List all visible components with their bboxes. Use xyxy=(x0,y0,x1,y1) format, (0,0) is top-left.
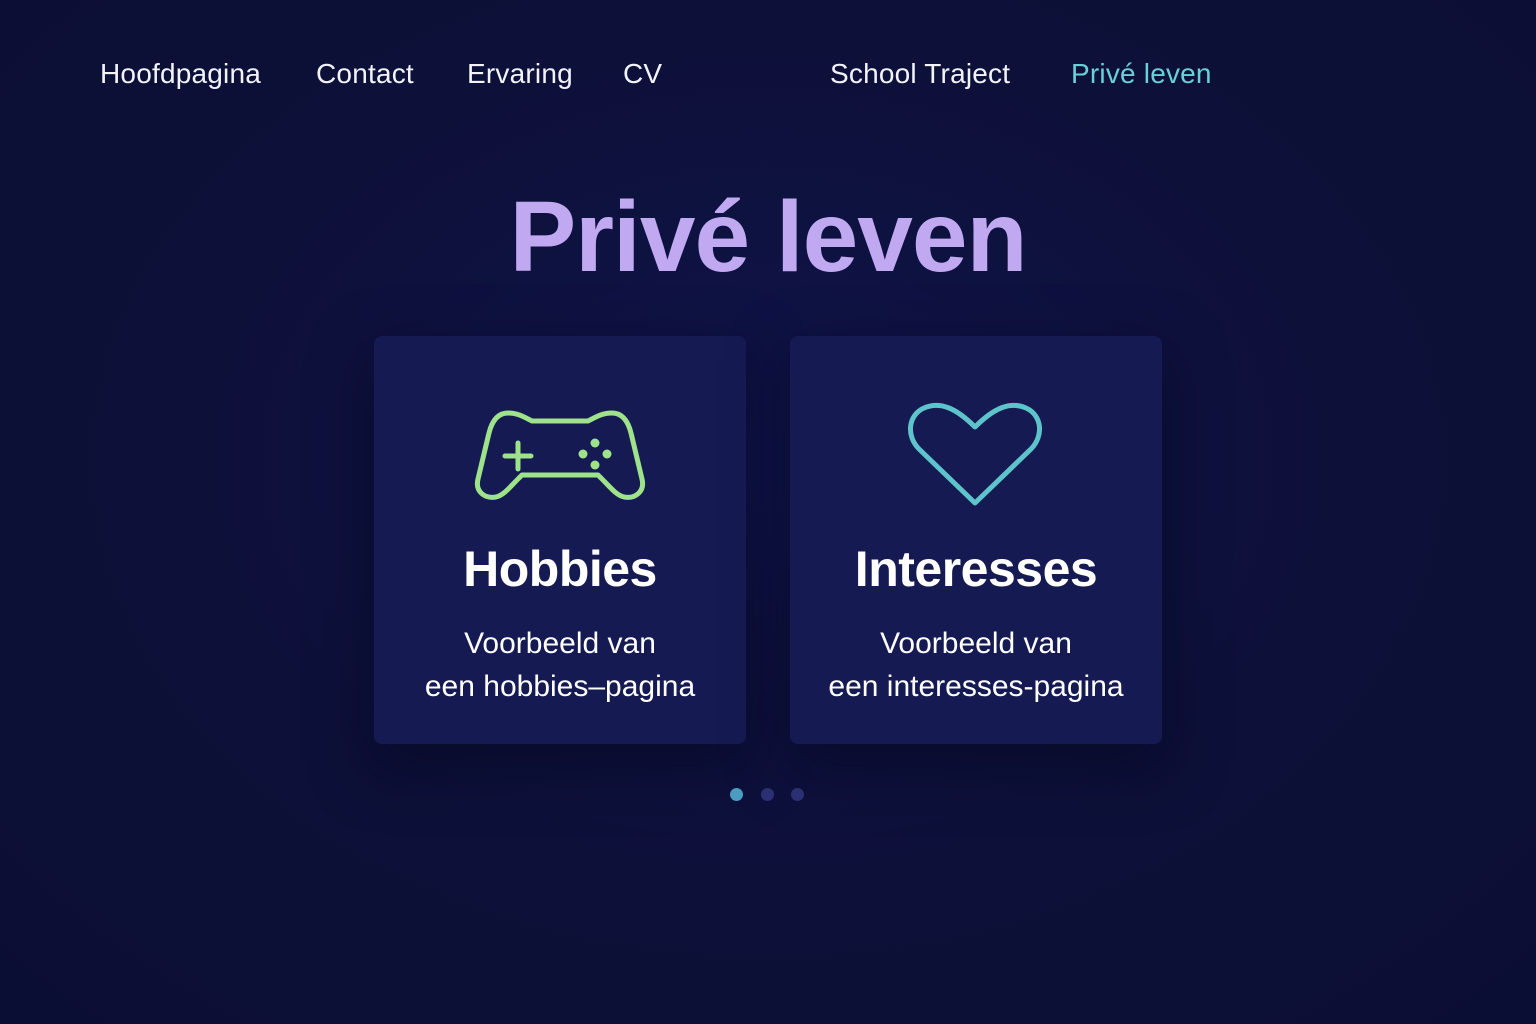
nav-link-contact[interactable]: Contact xyxy=(316,58,414,90)
nav-link-school-traject[interactable]: School Traject xyxy=(830,58,1010,90)
nav-link-prive-leven[interactable]: Privé leven xyxy=(1071,58,1212,90)
hobbies-card-title: Hobbies xyxy=(463,541,657,597)
hobbies-card-description: Voorbeeld van een hobbies–pagina xyxy=(374,622,746,708)
hobbies-desc-line-1: Voorbeeld van xyxy=(464,627,656,660)
interesses-desc-line-2: een interesses-pagina xyxy=(828,670,1124,703)
carousel-dot-2[interactable] xyxy=(761,788,774,801)
carousel-dot-1[interactable] xyxy=(730,788,743,801)
hobbies-card[interactable]: Hobbies Voorbeeld van een hobbies–pagina xyxy=(374,336,746,744)
carousel-dot-3[interactable] xyxy=(791,788,804,801)
interesses-card-title: Interesses xyxy=(854,541,1098,597)
nav-link-hoofdpagina[interactable]: Hoofdpagina xyxy=(100,58,261,90)
interesses-desc-line-1: Voorbeeld van xyxy=(880,627,1072,660)
nav-link-cv[interactable]: CV xyxy=(623,58,662,90)
page: Hoofdpagina Contact Ervaring CV School T… xyxy=(0,0,1536,1024)
gamepad-icon xyxy=(374,391,746,516)
interesses-card-description: Voorbeeld van een interesses-pagina xyxy=(790,622,1162,708)
heart-icon xyxy=(790,391,1162,516)
nav-link-ervaring[interactable]: Ervaring xyxy=(467,58,573,90)
page-title: Privé leven xyxy=(509,181,1027,293)
interesses-card[interactable]: Interesses Voorbeeld van een interesses-… xyxy=(790,336,1162,744)
hobbies-desc-line-2: een hobbies–pagina xyxy=(424,670,696,703)
